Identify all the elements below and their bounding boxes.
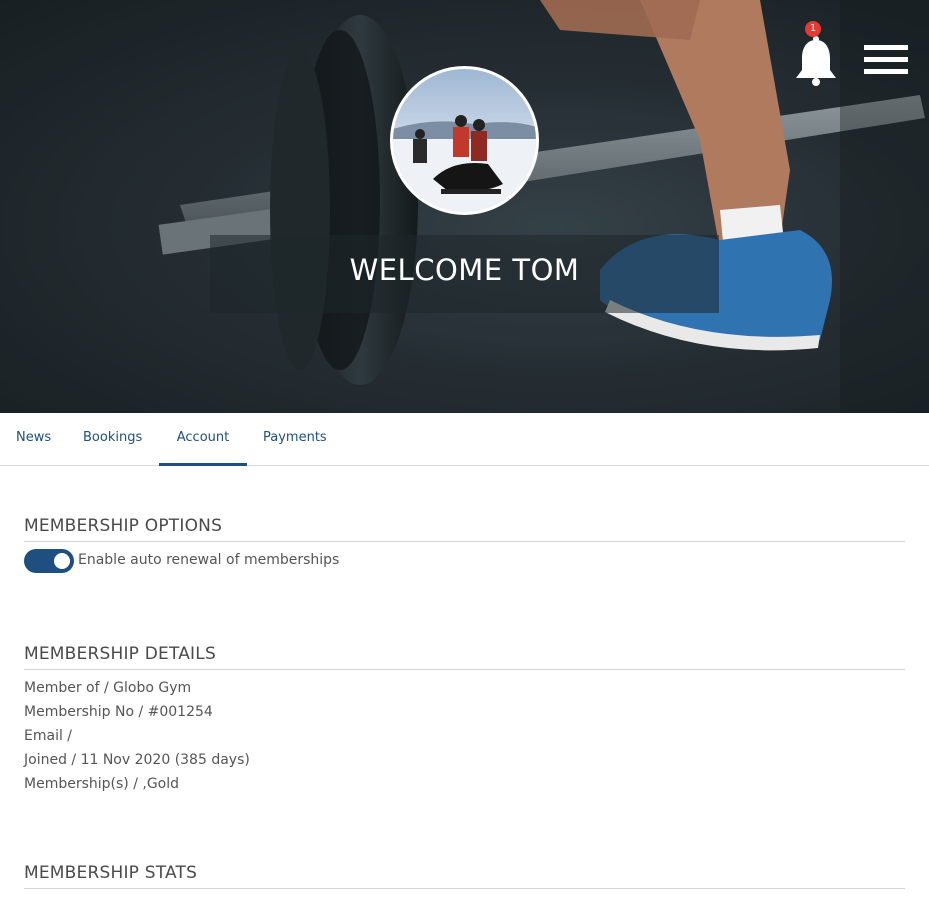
tab-account[interactable]: Account — [159, 413, 247, 466]
menu-line-icon — [864, 57, 908, 62]
membership-options-title: MEMBERSHIP OPTIONS — [24, 516, 905, 542]
menu-line-icon — [864, 69, 908, 74]
notification-count-badge: 1 — [805, 21, 821, 37]
avatar-photo — [393, 115, 536, 212]
bell-icon — [796, 36, 836, 86]
toggle-knob — [54, 553, 70, 569]
detail-member-of: Member of / Globo Gym — [24, 680, 192, 696]
profile-avatar[interactable] — [390, 66, 539, 215]
tab-bookings[interactable]: Bookings — [83, 413, 142, 466]
detail-membership-no: Membership No / #001254 — [24, 704, 213, 720]
auto-renew-toggle[interactable] — [24, 549, 74, 573]
hero-banner: WELCOME TOM 1 — [0, 0, 929, 413]
notification-bell-button[interactable] — [793, 34, 839, 88]
membership-stats-title: MEMBERSHIP STATS — [24, 863, 905, 889]
hamburger-menu-button[interactable] — [864, 45, 908, 75]
tab-news[interactable]: News — [16, 413, 51, 466]
account-tabs: News Bookings Account Payments — [0, 413, 929, 466]
auto-renew-label: Enable auto renewal of memberships — [78, 552, 340, 568]
welcome-heading: WELCOME TOM — [349, 253, 580, 287]
tab-payments[interactable]: Payments — [263, 413, 327, 466]
detail-joined: Joined / 11 Nov 2020 (385 days) — [24, 752, 250, 768]
menu-line-icon — [864, 45, 908, 50]
detail-email: Email / — [24, 728, 73, 744]
membership-details-title: MEMBERSHIP DETAILS — [24, 644, 905, 670]
detail-memberships: Membership(s) / ,Gold — [24, 776, 180, 792]
